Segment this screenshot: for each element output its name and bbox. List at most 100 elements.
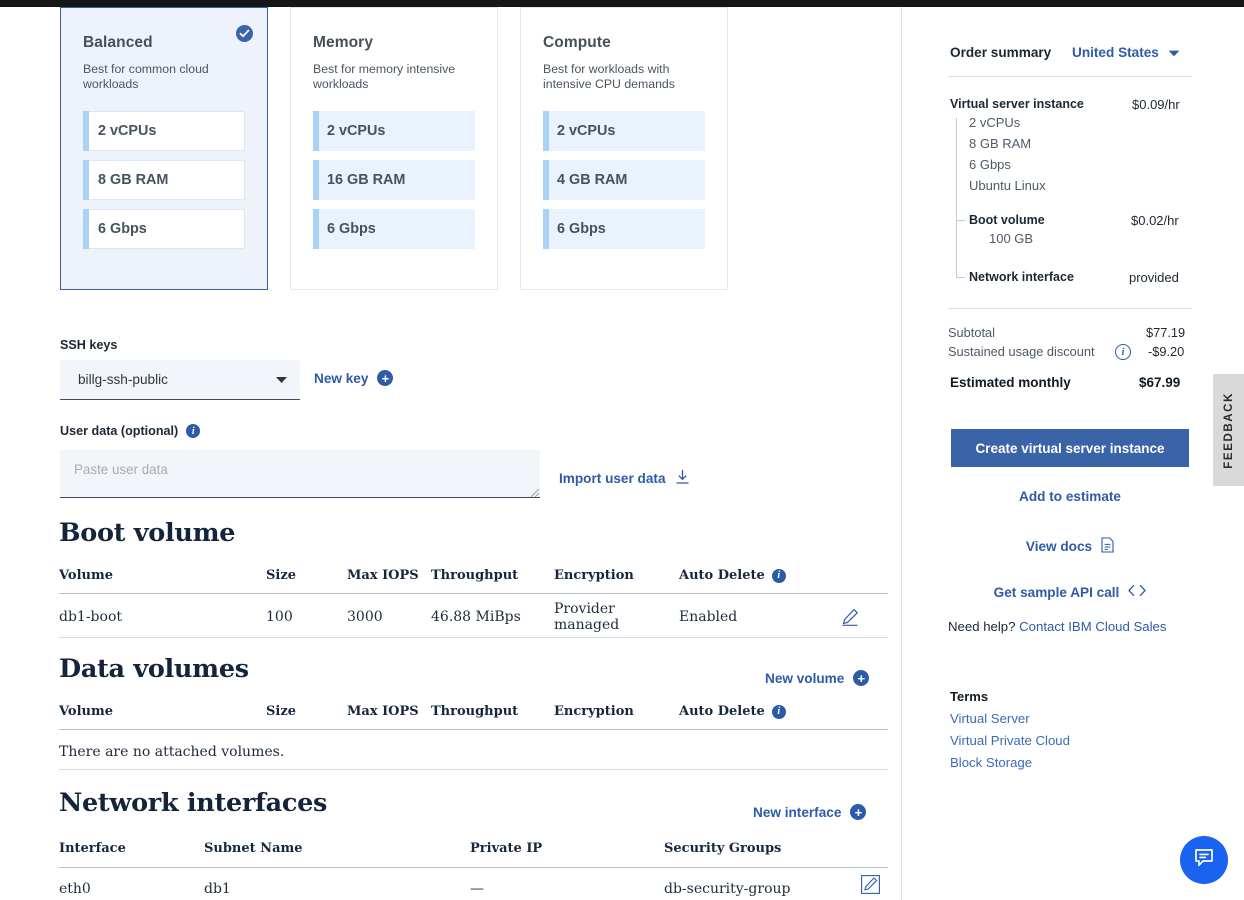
data-volumes-header-rule <box>59 729 888 730</box>
network-cell-security-groups: db-security-group <box>664 881 791 897</box>
user-data-label-group: User data (optional) i <box>60 424 201 438</box>
chat-bubble-icon <box>1192 846 1216 875</box>
terms-link-block-storage[interactable]: Block Storage <box>950 755 1032 770</box>
profile-card-compute[interactable]: Compute Best for workloads with intensiv… <box>520 7 728 290</box>
user-data-label: User data (optional) <box>60 424 179 438</box>
order-summary-tree-tick <box>956 277 965 278</box>
terms-link-virtual-private-cloud[interactable]: Virtual Private Cloud <box>950 733 1070 748</box>
code-icon <box>1128 584 1146 600</box>
create-virtual-server-instance-button[interactable]: Create virtual server instance <box>951 429 1189 467</box>
user-data-input[interactable] <box>60 450 540 498</box>
network-cell-interface: eth0 <box>59 881 91 897</box>
profile-spec-bandwidth: 6 Gbps <box>83 209 245 249</box>
profile-card-description: Best for memory intensive workloads <box>313 62 456 91</box>
ssh-key-selected-value: billg-ssh-public <box>78 372 168 387</box>
data-volumes-row-rule <box>59 769 888 770</box>
view-docs-button[interactable]: View docs <box>951 537 1189 556</box>
data-volumes-col-max-iops: Max IOPS <box>347 704 419 719</box>
network-col-security-groups: Security Groups <box>664 841 782 856</box>
import-user-data-button[interactable]: Import user data <box>559 469 690 488</box>
discount-value: -$9.20 <box>1148 344 1185 359</box>
profile-card-title: Balanced <box>83 34 153 51</box>
plus-circle-icon: + <box>853 670 870 686</box>
summary-item-name-instance: Virtual server instance <box>950 97 1084 111</box>
profile-spec-bandwidth: 6 Gbps <box>543 209 705 249</box>
add-to-estimate-label: Add to estimate <box>1019 489 1121 504</box>
import-user-data-label: Import user data <box>559 471 666 486</box>
summary-item-name-network-interface: Network interface <box>969 270 1074 284</box>
info-icon[interactable]: i <box>186 424 201 438</box>
profile-card-title: Memory <box>313 34 374 51</box>
summary-detail-ram: 8 GB RAM <box>969 136 1032 151</box>
network-col-subnet-name: Subnet Name <box>204 841 303 856</box>
network-cell-private-ip: — <box>470 881 484 897</box>
summary-detail-vcpu: 2 vCPUs <box>969 115 1021 130</box>
add-to-estimate-button[interactable]: Add to estimate <box>951 489 1189 504</box>
profile-spec-bandwidth: 6 Gbps <box>313 209 475 249</box>
boot-volume-cell-volume: db1-boot <box>59 609 123 625</box>
contact-sales-link[interactable]: Contact IBM Cloud Sales <box>1019 619 1166 634</box>
summary-item-name-boot-volume: Boot volume <box>969 213 1045 227</box>
boot-volume-cell-max-iops: 3000 <box>347 609 383 625</box>
network-interfaces-heading: Network interfaces <box>59 788 328 818</box>
new-key-button[interactable]: New key + <box>314 370 394 386</box>
download-icon <box>675 469 690 488</box>
summary-detail-os: Ubuntu Linux <box>969 178 1046 193</box>
edit-pencil-icon[interactable] <box>861 875 880 899</box>
data-volumes-col-encryption: Encryption <box>554 704 634 719</box>
profile-spec-ram: 8 GB RAM <box>83 160 245 200</box>
profile-card-balanced[interactable]: Balanced Best for common cloud workloads… <box>60 7 268 290</box>
plus-circle-icon: + <box>850 804 867 820</box>
region-selected-value: United States <box>1072 45 1159 60</box>
view-docs-label: View docs <box>1025 539 1093 554</box>
main-sidebar-divider <box>901 7 902 900</box>
boot-volume-col-encryption: Encryption <box>554 568 634 583</box>
info-icon[interactable]: i <box>771 568 786 583</box>
summary-item-price-boot-volume: $0.02/hr <box>1131 213 1179 228</box>
subtotal-label: Subtotal <box>948 325 995 340</box>
ssh-key-select[interactable]: billg-ssh-public <box>60 360 300 400</box>
terms-link-virtual-server[interactable]: Virtual Server <box>950 711 1030 726</box>
boot-volume-col-auto-delete: Auto Delete <box>679 568 765 583</box>
data-volumes-col-auto-delete: Auto Delete <box>679 704 765 719</box>
profile-card-description: Best for common cloud workloads <box>83 62 209 91</box>
info-icon[interactable]: i <box>1115 344 1131 360</box>
edit-pencil-icon[interactable] <box>841 608 859 631</box>
get-sample-api-call-button[interactable]: Get sample API call <box>951 584 1189 600</box>
order-summary-top-rule <box>948 76 1192 77</box>
data-volumes-col-auto-delete-group: Auto Delete i <box>679 704 786 719</box>
boot-volume-row-rule <box>59 637 888 638</box>
new-volume-button[interactable]: New volume + <box>765 670 870 686</box>
new-interface-button[interactable]: New interface + <box>753 804 867 820</box>
chevron-down-icon <box>275 372 288 387</box>
top-black-bar <box>0 0 1244 7</box>
profile-spec-vcpu: 2 vCPUs <box>313 111 475 151</box>
data-volumes-heading: Data volumes <box>59 654 249 684</box>
network-col-private-ip: Private IP <box>470 841 543 856</box>
info-icon[interactable]: i <box>771 704 786 719</box>
profile-card-group: Balanced Best for common cloud workloads… <box>60 7 728 290</box>
chat-support-button[interactable] <box>1180 836 1228 884</box>
network-col-interface: Interface <box>59 841 126 856</box>
order-summary-tree-line <box>956 118 957 278</box>
chevron-down-icon <box>1168 45 1180 60</box>
summary-detail-boot-size: 100 GB <box>989 231 1034 246</box>
check-circle-icon <box>236 25 253 42</box>
new-interface-label: New interface <box>753 804 842 820</box>
profile-spec-ram: 4 GB RAM <box>543 160 705 200</box>
data-volumes-empty-message: There are no attached volumes. <box>59 744 285 760</box>
order-summary-totals-rule <box>948 308 1192 309</box>
profile-card-memory[interactable]: Memory Best for memory intensive workloa… <box>290 7 498 290</box>
estimated-monthly-label: Estimated monthly <box>950 375 1071 390</box>
region-selector[interactable]: United States <box>1072 45 1180 60</box>
plus-circle-icon: + <box>377 370 394 386</box>
boot-volume-header-rule <box>59 593 888 594</box>
feedback-tab[interactable]: FEEDBACK <box>1213 374 1244 486</box>
need-help-text: Need help? Contact IBM Cloud Sales <box>948 619 1166 634</box>
network-header-rule <box>59 867 888 868</box>
get-sample-api-call-label: Get sample API call <box>993 584 1120 600</box>
need-help-prefix: Need help? <box>948 619 1016 634</box>
order-summary-title: Order summary <box>950 45 1052 60</box>
page-root: Balanced Best for common cloud workloads… <box>0 0 1244 900</box>
textarea-resize-handle[interactable] <box>529 485 540 498</box>
